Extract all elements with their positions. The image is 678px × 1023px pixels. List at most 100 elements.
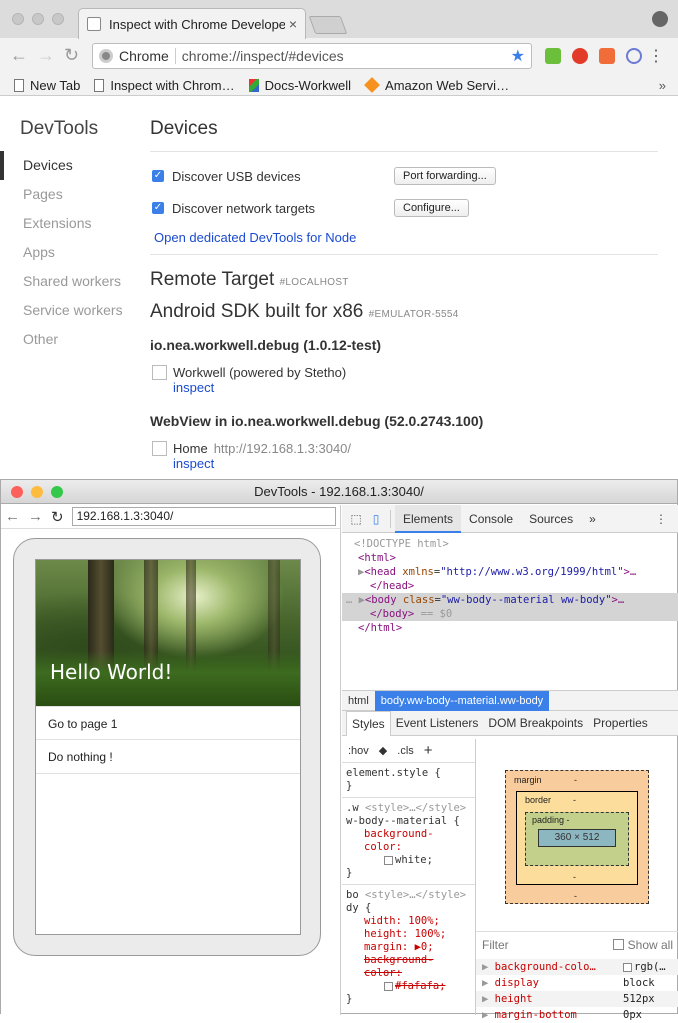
usb-checkbox[interactable]: ✓ [152, 170, 164, 182]
device-screen[interactable]: Hello World! Go to page 1 Do nothing ! [35, 559, 301, 935]
network-checkbox[interactable]: ✓ [152, 202, 164, 214]
dom-node[interactable]: ▶<head xmlns="http://www.w3.org/1999/htm… [342, 565, 678, 579]
box-model-border[interactable]: border - padding - 360 × 512 - [516, 791, 638, 885]
sidebar-item-shared-workers[interactable]: Shared workers [0, 267, 140, 296]
bookmarks-overflow-icon[interactable]: » [659, 78, 666, 93]
bookmark-star-icon[interactable]: ★ [511, 46, 525, 66]
target-thumbnail [152, 365, 167, 380]
adblock-extension-icon[interactable] [572, 48, 588, 64]
style-property-overridden[interactable]: background-color: [346, 954, 471, 980]
dom-node[interactable]: </head> [342, 579, 678, 593]
list-item[interactable]: Do nothing ! [36, 740, 300, 774]
browser-tab[interactable]: Inspect with Chrome Develope × [78, 8, 306, 39]
style-value[interactable]: white; [346, 854, 471, 867]
sidebar-item-devices[interactable]: Devices [0, 151, 140, 180]
color-swatch[interactable] [384, 855, 393, 865]
devtools-menu-icon[interactable]: ⋮ [655, 512, 667, 526]
sidebar-item-service-workers[interactable]: Service workers [0, 296, 140, 325]
dom-node-selected[interactable]: … ▶<body class="ww-body--material ww-bod… [342, 593, 678, 607]
dom-node[interactable]: </html> [342, 621, 678, 635]
computed-property[interactable]: ▶ height 512px [476, 991, 678, 1007]
style-property[interactable]: height: 100%; [346, 928, 471, 941]
target-title: Home [173, 441, 208, 456]
inspect-element-icon[interactable]: ⬚ [346, 512, 366, 526]
configure-button[interactable]: Configure... [394, 199, 469, 217]
style-property[interactable]: width: 100%; [346, 915, 471, 928]
sidebar-item-extensions[interactable]: Extensions [0, 209, 140, 238]
security-chip[interactable]: Chrome [119, 48, 176, 64]
tab-event-listeners[interactable]: Event Listeners [391, 711, 484, 736]
close-window-button[interactable] [12, 13, 24, 25]
page-icon [94, 78, 105, 92]
dom-node-selected[interactable]: </body> == $0 [342, 607, 678, 621]
sidebar-tabs: Styles Event Listeners DOM Breakpoints P… [342, 710, 678, 736]
tab-dom-breakpoints[interactable]: DOM Breakpoints [483, 711, 588, 736]
computed-property[interactable]: ▶ margin-bottom 0px [476, 1007, 678, 1023]
crumb-body[interactable]: body.ww-body--material.ww-body [374, 690, 550, 711]
box-model-content[interactable]: 360 × 512 [538, 829, 616, 847]
zoom-window-button[interactable] [52, 13, 64, 25]
block-extension-icon[interactable] [626, 48, 642, 64]
minimize-window-button[interactable] [31, 486, 43, 498]
dom-node[interactable]: <!DOCTYPE html> [342, 537, 678, 551]
class-toggle[interactable]: .cls [397, 745, 414, 757]
hero-title: Hello World! [50, 660, 173, 684]
tab-console[interactable]: Console [461, 505, 521, 533]
hover-state-toggle[interactable]: :hov [348, 745, 369, 757]
style-property[interactable]: margin: ▶0; [346, 941, 471, 954]
new-tab-button[interactable] [308, 16, 348, 34]
percent-extension-icon[interactable] [599, 48, 615, 64]
chrome-menu-icon[interactable]: ⋮ [648, 46, 664, 66]
address-bar[interactable]: Chrome chrome://inspect/#devices ★ [92, 43, 532, 69]
show-all-checkbox[interactable] [612, 939, 624, 950]
filter-input[interactable]: Filter [482, 938, 613, 952]
bookmark-inspect[interactable]: Inspect with Chrom… [94, 78, 235, 93]
address-url[interactable]: chrome://inspect/#devices [182, 48, 511, 64]
color-format-icon[interactable]: ◆ [379, 744, 387, 757]
tab-sources[interactable]: Sources [521, 505, 581, 533]
port-forwarding-button[interactable]: Port forwarding... [394, 167, 496, 185]
android-extension-icon[interactable] [545, 48, 561, 64]
node-devtools-link[interactable]: Open dedicated DevTools for Node [154, 230, 356, 245]
screencast-url-input[interactable]: 192.168.1.3:3040/ [71, 507, 336, 526]
bookmark-aws[interactable]: Amazon Web Servi… [364, 77, 509, 93]
reload-icon[interactable]: ↻ [64, 45, 79, 65]
list-item[interactable]: Go to page 1 [36, 706, 300, 740]
minimize-window-button[interactable] [32, 13, 44, 25]
close-tab-icon[interactable]: × [289, 16, 297, 32]
computed-property[interactable]: ▶ background-colo… rgb(… [476, 959, 678, 975]
forward-icon[interactable]: → [28, 508, 43, 525]
more-tabs-icon[interactable]: » [581, 505, 604, 533]
zoom-window-button[interactable] [51, 486, 63, 498]
tab-properties[interactable]: Properties [588, 711, 653, 736]
sidebar-item-pages[interactable]: Pages [0, 180, 140, 209]
style-property[interactable]: background-color: [346, 828, 471, 854]
inspect-link[interactable]: inspect [173, 380, 658, 395]
tab-elements[interactable]: Elements [395, 504, 462, 533]
computed-property[interactable]: ▶ display block [476, 975, 678, 991]
network-option: ✓ Discover network targets Configure... [150, 194, 658, 222]
box-model-margin[interactable]: margin - - border - padding - 360 × 512 … [505, 770, 649, 904]
bookmark-docs-workwell[interactable]: Docs-Workwell [248, 78, 351, 93]
add-rule-icon[interactable]: + [424, 742, 433, 759]
sidebar-item-apps[interactable]: Apps [0, 238, 140, 267]
device-mode-icon[interactable]: ▯ [366, 512, 386, 526]
inspect-link[interactable]: inspect [173, 456, 658, 471]
sidebar-title: DevTools [20, 118, 99, 139]
box-model-padding[interactable]: padding - 360 × 512 [525, 812, 629, 866]
dom-node[interactable]: <html> [342, 551, 678, 565]
screencast-navbar: ← → ↻ 192.168.1.3:3040/ [1, 505, 340, 529]
devtools-window: DevTools - 192.168.1.3:3040/ ← → ↻ 192.1… [0, 479, 678, 1021]
style-value[interactable]: #fafafa; [346, 980, 471, 993]
color-swatch[interactable] [384, 981, 393, 991]
profile-icon[interactable] [652, 11, 668, 27]
forward-icon[interactable]: → [37, 45, 55, 65]
tab-styles[interactable]: Styles [346, 710, 391, 736]
crumb-html[interactable]: html [342, 691, 375, 711]
back-icon[interactable]: ← [5, 508, 20, 525]
bookmark-new-tab[interactable]: New Tab [14, 78, 80, 93]
close-window-button[interactable] [11, 486, 23, 498]
reload-icon[interactable]: ↻ [51, 508, 64, 526]
back-icon[interactable]: ← [10, 45, 28, 65]
sidebar-item-other[interactable]: Other [0, 325, 140, 354]
